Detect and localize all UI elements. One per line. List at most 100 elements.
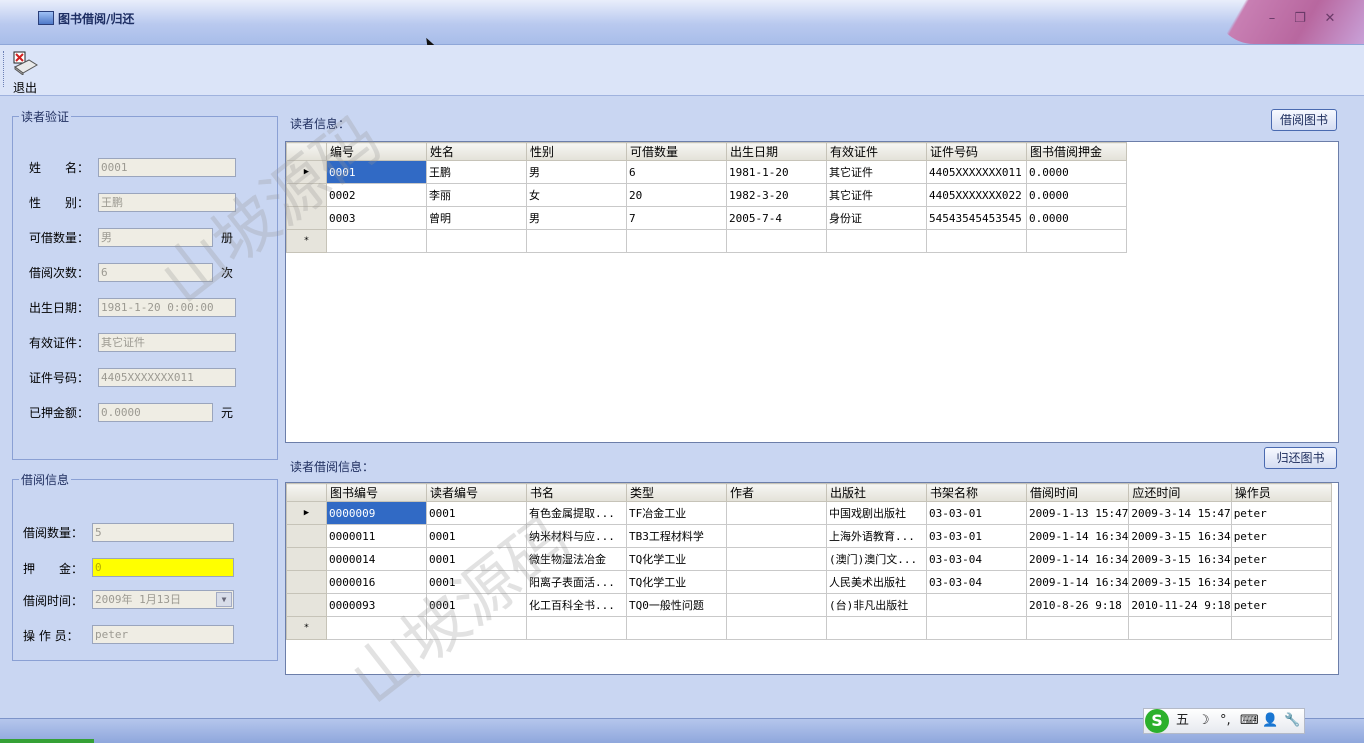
table-cell[interactable]: [726, 547, 827, 571]
table-cell[interactable]: [326, 229, 427, 253]
close-icon[interactable]: ✕: [1322, 12, 1338, 26]
table-cell[interactable]: TF冶金工业: [626, 501, 727, 525]
table-cell[interactable]: 有色金属提取...: [526, 501, 627, 525]
table-cell[interactable]: 2009-3-15 16:34: [1128, 547, 1232, 571]
column-header[interactable]: 出版社: [826, 483, 927, 502]
table-cell[interactable]: 2009-3-15 16:34: [1128, 524, 1232, 548]
table-cell[interactable]: 2010-11-24 9:18: [1128, 593, 1232, 617]
table-cell[interactable]: [826, 229, 927, 253]
column-header[interactable]: 姓名: [426, 142, 527, 161]
table-cell[interactable]: 其它证件: [826, 160, 927, 184]
table-cell[interactable]: 0000011: [326, 524, 427, 548]
table-cell[interactable]: [726, 593, 827, 617]
table-cell[interactable]: [726, 616, 827, 640]
table-cell[interactable]: [1128, 616, 1232, 640]
table-cell[interactable]: 2009-3-15 16:34: [1128, 570, 1232, 594]
birth-date-field[interactable]: 1981-1-20 0:00:00: [98, 298, 236, 317]
table-cell[interactable]: [426, 616, 527, 640]
table-cell[interactable]: 2009-1-13 15:47: [1025, 501, 1130, 525]
table-cell[interactable]: peter: [1230, 547, 1332, 571]
table-cell[interactable]: [426, 229, 527, 253]
column-header[interactable]: 编号: [326, 142, 427, 161]
column-header[interactable]: 借阅时间: [1025, 483, 1130, 502]
column-header[interactable]: 操作员: [1230, 483, 1332, 502]
table-cell[interactable]: [1230, 616, 1332, 640]
table-cell[interactable]: [926, 616, 1027, 640]
column-header[interactable]: 书名: [526, 483, 627, 502]
deposit-field[interactable]: 0: [92, 558, 234, 577]
ime-mode-label[interactable]: 五: [1176, 709, 1189, 733]
table-cell[interactable]: 身份证: [826, 206, 927, 230]
table-cell[interactable]: 0000016: [326, 570, 427, 594]
table-cell[interactable]: 男: [526, 160, 627, 184]
id-type-field[interactable]: 其它证件: [98, 333, 236, 352]
reader-name-field[interactable]: 0001: [98, 158, 236, 177]
restore-icon[interactable]: ❐: [1292, 12, 1308, 26]
borrowable-count-field[interactable]: 男: [98, 228, 213, 247]
row-header[interactable]: [286, 570, 327, 594]
table-cell[interactable]: 0001: [426, 570, 527, 594]
reader-grid[interactable]: 编号 姓名 性别 可借数量 出生日期 有效证件 证件号码 图书借阅押金 ▶ 00…: [285, 141, 1339, 443]
borrow-date-picker[interactable]: 2009年 1月13日 ▼: [92, 590, 234, 609]
column-header[interactable]: 有效证件: [826, 142, 927, 161]
table-cell[interactable]: [726, 229, 827, 253]
table-cell[interactable]: 20: [626, 183, 727, 207]
table-cell[interactable]: 化工百科全书...: [526, 593, 627, 617]
table-cell[interactable]: 0001: [426, 501, 527, 525]
column-header[interactable]: 证件号码: [926, 142, 1027, 161]
wrench-icon[interactable]: 🔧: [1284, 709, 1300, 733]
table-cell[interactable]: 4405XXXXXXX022: [926, 183, 1027, 207]
current-row-icon[interactable]: ▶: [286, 160, 327, 184]
table-cell[interactable]: 0001: [426, 524, 527, 548]
table-cell[interactable]: 1981-1-20: [726, 160, 827, 184]
table-cell[interactable]: 0.0000: [1026, 160, 1127, 184]
column-header[interactable]: 性别: [526, 142, 627, 161]
table-cell[interactable]: 王鹏: [426, 160, 527, 184]
table-cell[interactable]: [726, 501, 827, 525]
table-cell[interactable]: [526, 229, 627, 253]
table-cell[interactable]: 0001: [426, 593, 527, 617]
table-cell[interactable]: peter: [1230, 501, 1332, 525]
row-header[interactable]: [286, 547, 327, 571]
borrow-count-field[interactable]: 5: [92, 523, 234, 542]
id-number-field[interactable]: 4405XXXXXXX011: [98, 368, 236, 387]
operator-field[interactable]: peter: [92, 625, 234, 644]
user-icon[interactable]: 👤: [1262, 709, 1278, 733]
table-cell[interactable]: TQ0一般性问题: [626, 593, 727, 617]
punctuation-icon[interactable]: °,: [1220, 709, 1231, 733]
table-cell[interactable]: TQ化学工业: [626, 570, 727, 594]
table-cell[interactable]: 0.0000: [1026, 206, 1127, 230]
table-cell[interactable]: 0001: [426, 547, 527, 571]
table-cell[interactable]: 上海外语教育...: [826, 524, 927, 548]
table-cell[interactable]: 0001: [326, 160, 427, 184]
table-cell[interactable]: [926, 229, 1027, 253]
table-cell[interactable]: 54543545453545: [926, 206, 1027, 230]
table-cell[interactable]: 0.0000: [1026, 183, 1127, 207]
column-header[interactable]: 可借数量: [626, 142, 727, 161]
new-row-icon[interactable]: *: [286, 229, 327, 253]
table-row[interactable]: 0000011 0001 纳米材料与应... TB3工程材料学 上海外语教育..…: [286, 524, 1332, 548]
table-row[interactable]: 0000014 0001 微生物湿法冶金 TQ化学工业 (澳门)澳门文... 0…: [286, 547, 1332, 571]
moon-icon[interactable]: ☽: [1198, 709, 1210, 733]
table-row[interactable]: 0000093 0001 化工百科全书... TQ0一般性问题 (台)非凡出版社…: [286, 593, 1332, 617]
table-cell[interactable]: 2010-8-26 9:18: [1025, 593, 1130, 617]
current-row-icon[interactable]: ▶: [286, 501, 327, 525]
table-cell[interactable]: [626, 616, 727, 640]
table-cell[interactable]: 阳离子表面活...: [526, 570, 627, 594]
table-cell[interactable]: 03-03-04: [926, 547, 1027, 571]
deposit-paid-field[interactable]: 0.0000: [98, 403, 213, 422]
column-header[interactable]: 类型: [626, 483, 727, 502]
column-header[interactable]: 应还时间: [1128, 483, 1232, 502]
exit-button[interactable]: 退出: [8, 49, 48, 95]
table-row[interactable]: 0002 李丽 女 20 1982-3-20 其它证件 4405XXXXXXX0…: [286, 183, 1127, 207]
table-cell[interactable]: 1982-3-20: [726, 183, 827, 207]
table-cell[interactable]: [826, 616, 927, 640]
table-cell[interactable]: 6: [626, 160, 727, 184]
table-row[interactable]: ▶ 0000009 0001 有色金属提取... TF冶金工业 中国戏剧出版社 …: [286, 501, 1332, 525]
table-cell[interactable]: 0000014: [326, 547, 427, 571]
table-cell[interactable]: [526, 616, 627, 640]
table-cell[interactable]: [326, 616, 427, 640]
column-header[interactable]: 图书借阅押金: [1026, 142, 1127, 161]
column-header[interactable]: 读者编号: [426, 483, 527, 502]
table-cell[interactable]: 2009-1-14 16:34: [1025, 524, 1130, 548]
